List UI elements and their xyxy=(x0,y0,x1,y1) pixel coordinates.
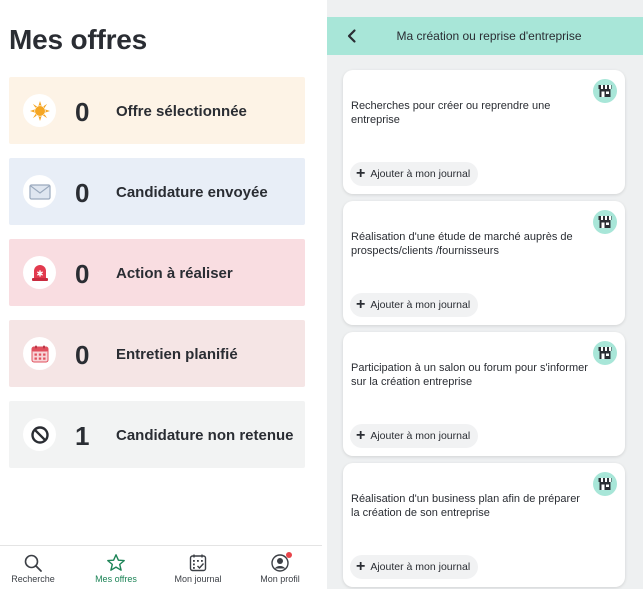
activity-card: Réalisation d'une étude de marché auprès… xyxy=(343,201,625,325)
stat-label: Candidature non retenue xyxy=(116,427,294,444)
stat-count: 0 xyxy=(75,340,90,370)
nav-item-my-profile[interactable]: Mon profil xyxy=(240,546,320,589)
journal-icon xyxy=(189,554,207,572)
nav-label: Mon journal xyxy=(174,574,222,584)
stat-count: 0 xyxy=(75,97,90,127)
stat-card-planned-interviews[interactable]: 0 Entretien planifié xyxy=(9,320,305,387)
stat-card-sent-applications[interactable]: 0 Candidature envoyée xyxy=(9,158,305,225)
stat-label: Offre sélectionnée xyxy=(116,103,247,120)
add-to-journal-button[interactable]: + Ajouter à mon journal xyxy=(350,162,479,186)
stat-count: 1 xyxy=(75,421,90,451)
shop-icon xyxy=(593,79,617,103)
activity-description: Réalisation d'un business plan afin de p… xyxy=(351,493,580,519)
add-to-journal-button[interactable]: + Ajouter à mon journal xyxy=(350,555,479,579)
bottom-navigation: Recherche Mes offres Mon journal Mon pro… xyxy=(0,545,322,589)
activity-description: Participation à un salon ou forum pour s… xyxy=(351,362,588,388)
header-bar: Ma création ou reprise d'entreprise xyxy=(327,17,643,55)
siren-icon xyxy=(23,256,56,289)
plus-icon: + xyxy=(356,296,366,313)
activity-description: Réalisation d'une étude de marché auprès… xyxy=(351,231,573,257)
activity-card: Réalisation d'un business plan afin de p… xyxy=(343,463,625,587)
shop-icon xyxy=(593,210,617,234)
activity-card: Recherches pour créer ou reprendre une e… xyxy=(343,70,625,194)
nav-label: Mes offres xyxy=(95,574,137,584)
plus-icon: + xyxy=(356,427,366,444)
add-to-journal-label: Ajouter à mon journal xyxy=(370,561,471,573)
add-to-journal-button[interactable]: + Ajouter à mon journal xyxy=(350,424,479,448)
notification-dot xyxy=(286,552,292,558)
nav-item-search[interactable]: Recherche xyxy=(0,546,73,589)
nav-label: Mon profil xyxy=(260,574,300,584)
activity-description: Recherches pour créer ou reprendre une e… xyxy=(351,100,551,126)
stat-card-rejected-applications[interactable]: 1 Candidature non retenue xyxy=(9,401,305,468)
plus-icon: + xyxy=(356,165,366,182)
star-icon xyxy=(107,554,125,571)
header-title: Ma création ou reprise d'entreprise xyxy=(396,29,582,43)
search-icon xyxy=(24,554,42,572)
add-to-journal-label: Ajouter à mon journal xyxy=(370,168,471,180)
stat-label: Candidature envoyée xyxy=(116,184,268,201)
shop-icon xyxy=(593,341,617,365)
offers-screen: Mes offres 0 Offre sélectionnée 0 Candid… xyxy=(0,0,322,589)
add-to-journal-label: Ajouter à mon journal xyxy=(370,430,471,442)
business-creation-screen: Ma création ou reprise d'entreprise Rech… xyxy=(327,0,643,589)
nav-label: Recherche xyxy=(11,574,55,584)
stat-card-actions-to-do[interactable]: 0 Action à réaliser xyxy=(9,239,305,306)
stat-card-selected-offers[interactable]: 0 Offre sélectionnée xyxy=(9,77,305,144)
add-to-journal-button[interactable]: + Ajouter à mon journal xyxy=(350,293,479,317)
stat-label: Action à réaliser xyxy=(116,265,233,282)
stat-label: Entretien planifié xyxy=(116,346,238,363)
envelope-icon xyxy=(23,175,56,208)
shop-icon xyxy=(593,472,617,496)
forbidden-icon xyxy=(23,418,56,451)
sun-icon xyxy=(23,94,56,127)
stat-count: 0 xyxy=(75,259,90,289)
stat-count: 0 xyxy=(75,178,90,208)
page-title: Mes offres xyxy=(9,24,148,55)
calendar-icon xyxy=(23,337,56,370)
nav-item-my-journal[interactable]: Mon journal xyxy=(158,546,238,589)
add-to-journal-label: Ajouter à mon journal xyxy=(370,299,471,311)
plus-icon: + xyxy=(356,558,366,575)
nav-item-my-offers[interactable]: Mes offres xyxy=(76,546,156,589)
activity-card: Participation à un salon ou forum pour s… xyxy=(343,332,625,456)
